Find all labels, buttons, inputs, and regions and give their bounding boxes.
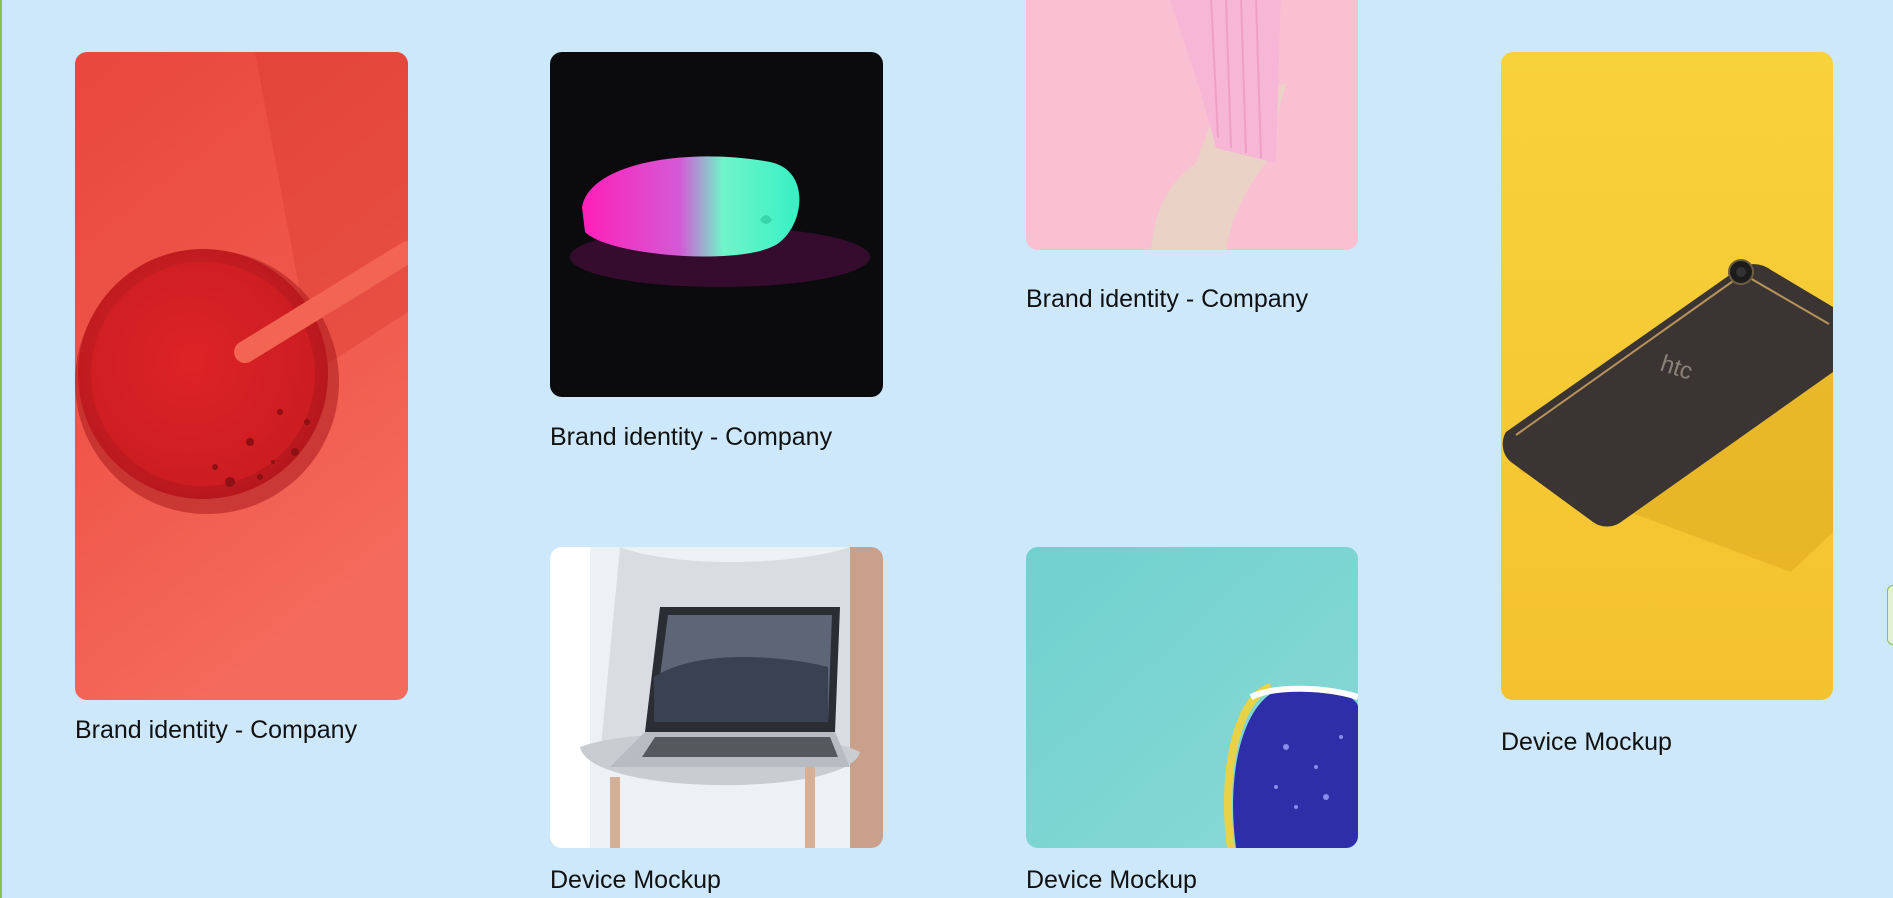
portfolio-image-pink-sock[interactable] bbox=[1026, 0, 1358, 250]
portfolio-caption[interactable]: Device Mockup bbox=[550, 866, 721, 895]
portfolio-caption[interactable]: Brand identity - Company bbox=[1026, 285, 1308, 314]
portfolio-image-red-drink[interactable] bbox=[75, 52, 408, 700]
portfolio-caption[interactable]: Device Mockup bbox=[1026, 866, 1197, 895]
portfolio-caption[interactable]: Device Mockup bbox=[1501, 728, 1672, 757]
portfolio-image-htc-phone[interactable]: htc bbox=[1501, 52, 1833, 700]
portfolio-image-sneaker[interactable] bbox=[1026, 547, 1358, 848]
portfolio-caption[interactable]: Brand identity - Company bbox=[75, 716, 357, 745]
portfolio-image-neon-mouse[interactable] bbox=[550, 52, 883, 397]
portfolio-image-laptop[interactable] bbox=[550, 547, 883, 848]
portfolio-caption[interactable]: Brand identity - Company bbox=[550, 423, 832, 452]
left-edge-accent bbox=[0, 0, 2, 898]
side-toggle-tab[interactable] bbox=[1887, 585, 1893, 645]
